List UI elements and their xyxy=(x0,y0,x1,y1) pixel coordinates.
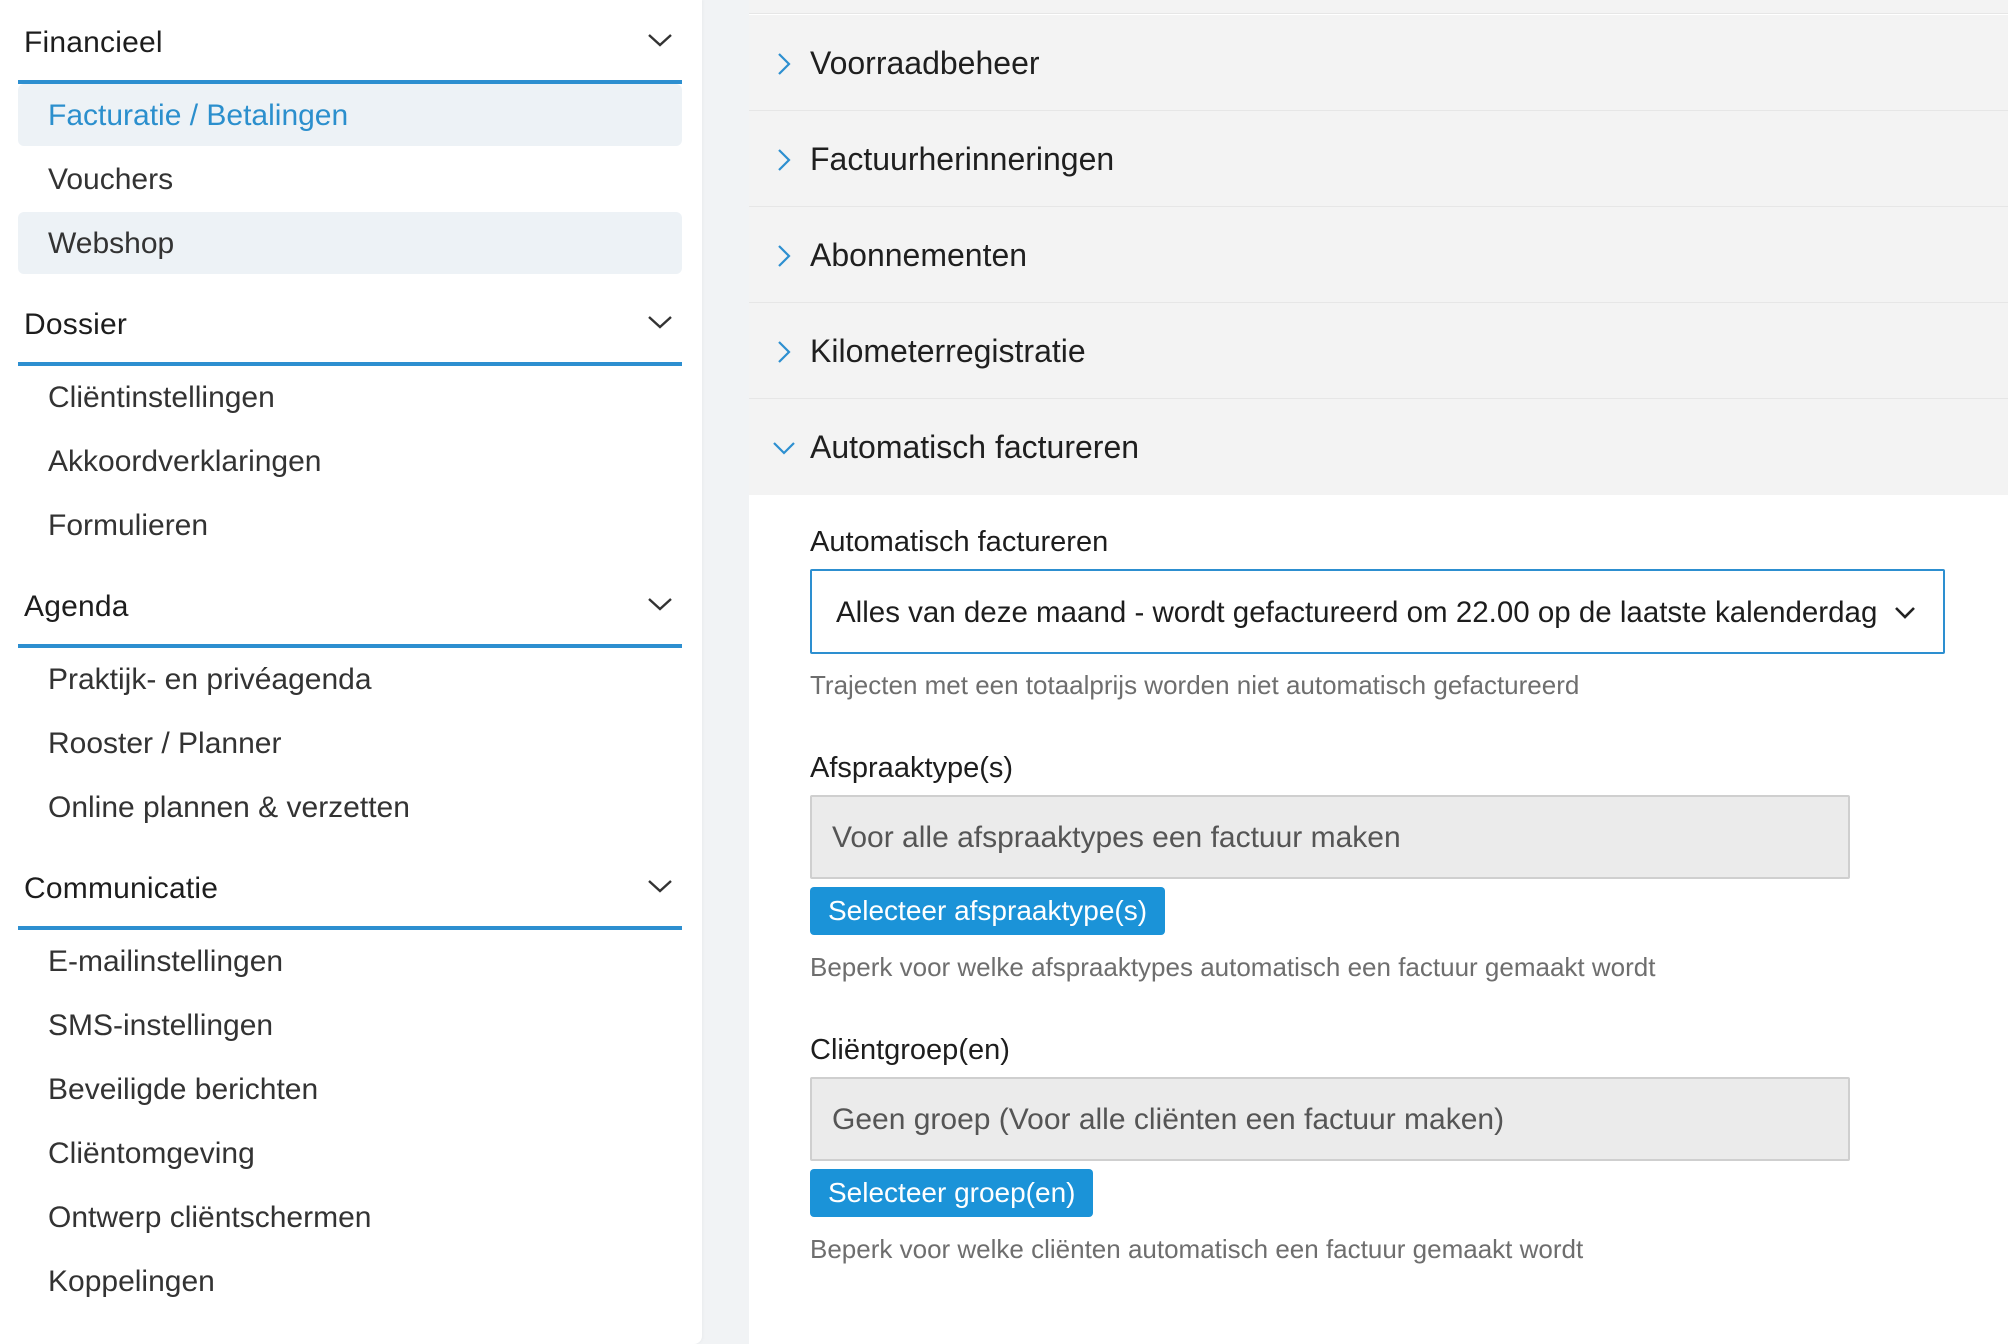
section-communicatie: Communicatie E-mailinstellingen SMS-inst… xyxy=(18,846,682,1312)
chevron-right-icon xyxy=(778,149,791,171)
section-header-agenda[interactable]: Agenda xyxy=(18,564,682,648)
section-agenda: Agenda Praktijk- en privéagenda Rooster … xyxy=(18,564,682,838)
accordion-label: Factuurherinneringen xyxy=(810,141,1115,177)
appointment-types-hint: Beperk voor welke afspraaktypes automati… xyxy=(810,952,1656,982)
sidebar-item-beveiligde-berichten[interactable]: Beveiligde berichten xyxy=(18,1058,682,1120)
accordion-voorraadbeheer[interactable]: Voorraadbeheer xyxy=(749,15,2008,111)
section-title: Financieel xyxy=(24,26,163,59)
sidebar-item-label: Koppelingen xyxy=(48,1265,215,1298)
accordion-label: Kilometerregistratie xyxy=(810,333,1086,369)
accordion-divider xyxy=(749,0,2008,14)
chevron-right-icon xyxy=(778,341,791,363)
chevron-right-icon xyxy=(778,53,791,75)
accordion-label: Automatisch factureren xyxy=(810,429,1140,465)
sidebar-item-facturatie-betalingen[interactable]: Facturatie / Betalingen xyxy=(18,84,682,146)
settings-main-panel: Voorraadbeheer Factuurherinneringen Abon… xyxy=(749,0,2008,1344)
sidebar-item-label: Online plannen & verzetten xyxy=(48,791,410,824)
client-groups-value: Geen groep (Voor alle cliënten een factu… xyxy=(832,1103,1505,1136)
chevron-down-icon xyxy=(648,880,672,893)
sidebar-item-label: Akkoordverklaringen xyxy=(48,445,322,478)
sidebar-item-label: Vouchers xyxy=(48,163,174,196)
client-groups-hint: Beperk voor welke cliënten automatisch e… xyxy=(810,1234,1584,1264)
sidebar-item-label: Cliëntinstellingen xyxy=(48,381,275,414)
sidebar-item-akkoordverklaringen[interactable]: Akkoordverklaringen xyxy=(18,430,682,492)
accordion-kilometerregistratie[interactable]: Kilometerregistratie xyxy=(749,303,2008,399)
section-header-dossier[interactable]: Dossier xyxy=(18,282,682,366)
auto-invoice-selected-value: Alles van deze maand - wordt gefactureer… xyxy=(836,596,1878,629)
section-dossier: Dossier Cliëntinstellingen Akkoordverkla… xyxy=(18,282,682,556)
chevron-down-icon xyxy=(648,316,672,329)
auto-invoice-hint: Trajecten met een totaalprijs worden nie… xyxy=(810,670,1580,700)
sidebar-item-formulieren[interactable]: Formulieren xyxy=(18,494,682,556)
appointment-types-field[interactable]: Voor alle afspraaktypes een factuur make… xyxy=(810,795,1850,879)
chevron-right-icon xyxy=(778,245,791,267)
sidebar-item-label: Cliëntomgeving xyxy=(48,1137,255,1170)
sidebar-item-webshop[interactable]: Webshop xyxy=(18,212,682,274)
sidebar-item-label: E-mailinstellingen xyxy=(48,945,284,978)
chevron-down-icon xyxy=(773,442,795,455)
sidebar-item-clientomgeving[interactable]: Cliëntomgeving xyxy=(18,1122,682,1184)
sidebar-item-label: SMS-instellingen xyxy=(48,1009,274,1042)
sidebar-item-label: Praktijk- en privéagenda xyxy=(48,663,372,696)
section-header-financieel[interactable]: Financieel xyxy=(18,0,682,84)
accordion-label: Voorraadbeheer xyxy=(810,45,1040,81)
auto-invoice-select[interactable]: Alles van deze maand - wordt gefactureer… xyxy=(810,569,1945,654)
sidebar-item-ontwerp-clientschermen[interactable]: Ontwerp cliëntschermen xyxy=(18,1186,682,1248)
section-header-communicatie[interactable]: Communicatie xyxy=(18,846,682,930)
sidebar-item-koppelingen[interactable]: Koppelingen xyxy=(18,1250,682,1312)
sidebar-item-online-plannen[interactable]: Online plannen & verzetten xyxy=(18,776,682,838)
sidebar-item-praktijk-agenda[interactable]: Praktijk- en privéagenda xyxy=(18,648,682,710)
appointment-types-label: Afspraaktype(s) xyxy=(810,752,1014,784)
sidebar-item-rooster-planner[interactable]: Rooster / Planner xyxy=(18,712,682,774)
sidebar-item-label: Rooster / Planner xyxy=(48,727,282,760)
sidebar-item-label: Facturatie / Betalingen xyxy=(48,99,349,132)
sidebar-item-sms-instellingen[interactable]: SMS-instellingen xyxy=(18,994,682,1056)
client-groups-field[interactable]: Geen groep (Voor alle cliënten een factu… xyxy=(810,1077,1850,1161)
accordion-automatisch-factureren[interactable]: Automatisch factureren xyxy=(749,399,2008,495)
client-groups-label: Cliëntgroep(en) xyxy=(810,1034,1010,1066)
section-financieel: Financieel Facturatie / Betalingen Vouch… xyxy=(18,0,682,274)
section-title: Communicatie xyxy=(24,872,219,905)
sidebar-item-clientinstellingen[interactable]: Cliëntinstellingen xyxy=(18,366,682,428)
chevron-down-icon xyxy=(648,598,672,611)
accordion-abonnementen[interactable]: Abonnementen xyxy=(749,207,2008,303)
sidebar-item-e-mailinstellingen[interactable]: E-mailinstellingen xyxy=(18,930,682,992)
section-title: Agenda xyxy=(24,590,129,623)
sidebar-item-label: Ontwerp cliëntschermen xyxy=(48,1201,372,1234)
sidebar-item-label: Beveiligde berichten xyxy=(48,1073,319,1106)
auto-invoice-label: Automatisch factureren xyxy=(810,526,1109,558)
chevron-down-icon xyxy=(1895,607,1915,619)
chevron-down-icon xyxy=(648,34,672,47)
appointment-types-value: Voor alle afspraaktypes een factuur make… xyxy=(832,821,1401,854)
section-title: Dossier xyxy=(24,308,128,341)
settings-sidebar: Financieel Facturatie / Betalingen Vouch… xyxy=(0,0,702,1344)
select-client-groups-button[interactable]: Selecteer groep(en) xyxy=(810,1169,1094,1217)
sidebar-item-label: Formulieren xyxy=(48,509,209,542)
accordion-factuurherinneringen[interactable]: Factuurherinneringen xyxy=(749,111,2008,207)
select-appointment-types-button[interactable]: Selecteer afspraaktype(s) xyxy=(810,887,1166,935)
sidebar-item-vouchers[interactable]: Vouchers xyxy=(18,148,682,210)
sidebar-item-label: Webshop xyxy=(48,227,175,260)
accordion-label: Abonnementen xyxy=(810,237,1028,273)
